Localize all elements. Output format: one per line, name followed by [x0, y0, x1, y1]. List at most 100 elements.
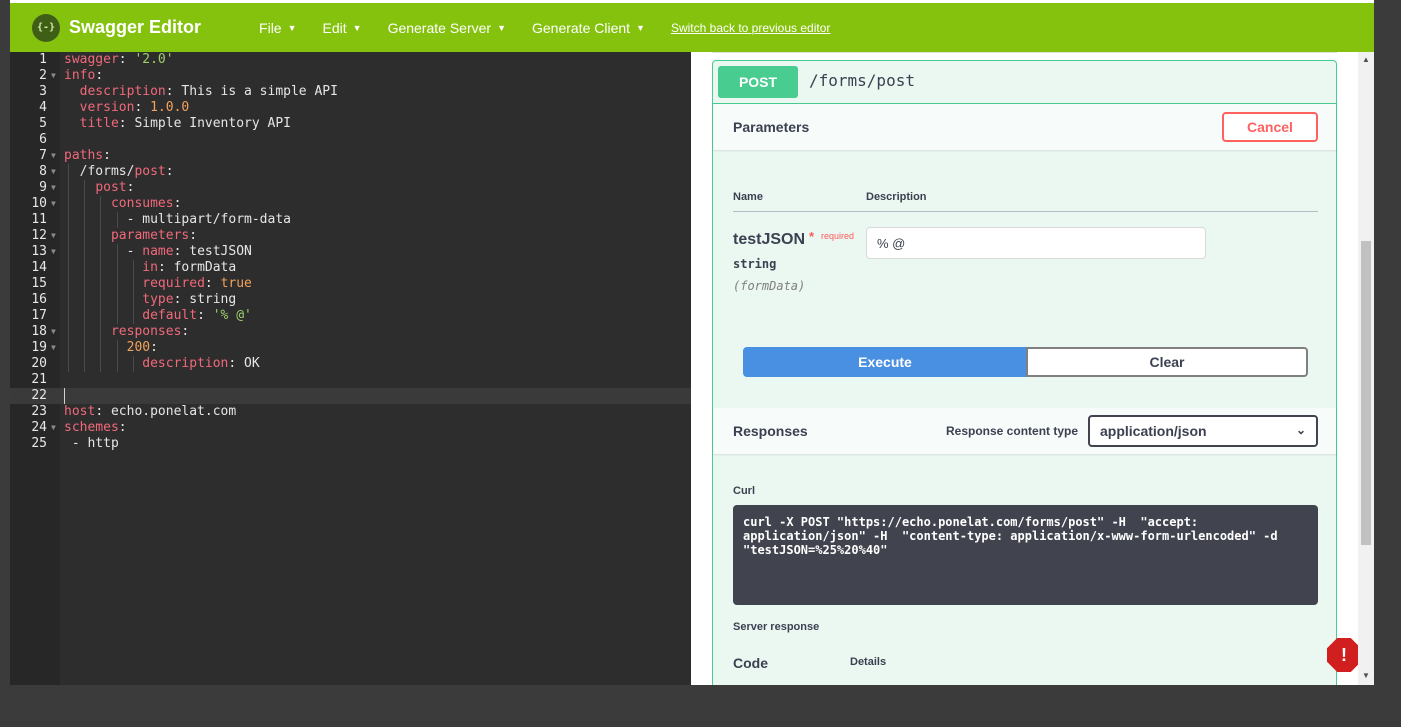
yaml-colon: : — [197, 308, 205, 323]
yaml-key: description — [142, 356, 229, 371]
code-text: parameters: — [64, 228, 197, 244]
code-text: /forms/post: — [64, 164, 174, 180]
curl-command[interactable]: curl -X POST "https://echo.ponelat.com/f… — [733, 505, 1318, 605]
parameters-title: Parameters — [733, 119, 810, 135]
curl-label: Curl — [733, 485, 755, 497]
code-line-active: 22 — [10, 388, 691, 404]
cancel-button[interactable]: Cancel — [1222, 112, 1318, 142]
fold-arrow-icon[interactable]: ▼ — [51, 340, 56, 356]
fold-arrow-icon[interactable]: ▼ — [51, 324, 56, 340]
caret-down-icon: ▼ — [287, 22, 297, 33]
yaml-colon: : — [228, 356, 237, 371]
yaml-colon: : — [118, 116, 127, 131]
code-line: 16 type: string — [10, 292, 691, 308]
code-line: 2 ▼ info: — [10, 68, 691, 84]
code-line: 9 ▼ post: — [10, 180, 691, 196]
yaml-colon: : — [95, 404, 104, 419]
line-number: 24 — [31, 420, 47, 435]
select-value: application/json — [1100, 423, 1207, 439]
line-number: 25 — [31, 436, 47, 451]
code-text: required: true — [64, 276, 252, 292]
code-text: type: string — [64, 292, 236, 308]
code-text: in: formData — [64, 260, 236, 276]
line-number: 1 — [39, 52, 47, 67]
code-text: description: OK — [64, 356, 259, 372]
code-text: - multipart/form-data — [64, 212, 291, 228]
logo[interactable]: {-} Swagger Editor — [32, 13, 201, 42]
code-text: 200: — [64, 340, 158, 356]
line-number: 3 — [39, 84, 47, 99]
code-line: 14 in: formData — [10, 260, 691, 276]
line-number: 21 — [31, 372, 47, 387]
menu-bar: File ▼ Edit ▼ Generate Server ▼ Generate… — [259, 20, 830, 36]
line-number: 22 — [31, 388, 47, 403]
line-number: 8 — [39, 164, 47, 179]
line-number: 18 — [31, 324, 47, 339]
yaml-number: 200 — [126, 340, 151, 355]
yaml-number: 1.0.0 — [150, 100, 190, 115]
column-header-description: Description — [866, 191, 927, 203]
operation-block: POST /forms/post Parameters Cancel Name … — [712, 60, 1337, 685]
code-line: 10 ▼ consumes: — [10, 196, 691, 212]
yaml-string: '% @' — [212, 308, 252, 323]
top-bar: {-} Swagger Editor File ▼ Edit ▼ Generat… — [10, 0, 1374, 52]
yaml-colon: : — [165, 164, 174, 179]
yaml-value: - http — [71, 436, 119, 451]
line-number: 20 — [31, 356, 47, 371]
line-number: 5 — [39, 116, 47, 131]
execute-button[interactable]: Execute — [743, 347, 1027, 377]
yaml-value: This is a simple API — [181, 84, 338, 99]
yaml-colon: : — [173, 244, 182, 259]
code-line: 3 description: This is a simple API — [10, 84, 691, 100]
line-number: 12 — [31, 228, 47, 243]
code-line: 19 ▼ 200: — [10, 340, 691, 356]
caret-down-icon: ▼ — [352, 22, 362, 33]
yaml-colon: : — [118, 52, 127, 67]
fold-arrow-icon[interactable]: ▼ — [51, 148, 56, 164]
menu-generate-server[interactable]: Generate Server ▼ — [388, 20, 506, 36]
menu-file[interactable]: File ▼ — [259, 20, 296, 36]
fold-arrow-icon[interactable]: ▼ — [51, 68, 56, 84]
scroll-down-arrow-icon[interactable]: ▼ — [1362, 671, 1370, 680]
method-badge: POST — [718, 66, 798, 98]
clear-button[interactable]: Clear — [1026, 347, 1308, 377]
fold-arrow-icon[interactable]: ▼ — [51, 420, 56, 436]
param-type: string — [733, 257, 777, 271]
code-text: - http — [64, 436, 119, 452]
yaml-colon: : — [126, 180, 135, 195]
fold-arrow-icon[interactable]: ▼ — [51, 164, 56, 180]
yaml-key: in — [142, 260, 158, 275]
yaml-key: responses — [110, 324, 182, 339]
param-value-input[interactable]: % @ — [866, 227, 1206, 259]
yaml-value: formData — [173, 260, 237, 275]
fold-arrow-icon[interactable]: ▼ — [51, 180, 56, 196]
menu-generate-client[interactable]: Generate Client ▼ — [532, 20, 645, 36]
column-header-name: Name — [733, 191, 763, 203]
divider — [733, 211, 1318, 212]
code-line: 1 swagger: '2.0' — [10, 52, 691, 68]
code-text: info: — [64, 68, 103, 84]
yaml-key: post — [95, 180, 127, 195]
menu-edit[interactable]: Edit ▼ — [323, 20, 362, 36]
required-label: required — [821, 231, 855, 241]
fold-arrow-icon[interactable]: ▼ — [51, 244, 56, 260]
fold-arrow-icon[interactable]: ▼ — [51, 228, 56, 244]
code-line: 6 — [10, 132, 691, 148]
parameters-header: Parameters Cancel — [713, 104, 1336, 150]
scrollbar-thumb[interactable] — [1361, 241, 1371, 545]
menu-generate-server-label: Generate Server — [387, 19, 492, 36]
scroll-up-arrow-icon[interactable]: ▲ — [1362, 55, 1370, 64]
operation-summary[interactable]: POST /forms/post — [713, 61, 1336, 104]
code-editor[interactable]: 1 swagger: '2.0' 2 ▼ info: 3 description… — [10, 52, 691, 685]
yaml-value: echo.ponelat.com — [110, 404, 237, 419]
code-line: 18 ▼ responses: — [10, 324, 691, 340]
code-text: default: '% @' — [64, 308, 252, 324]
code-text: responses: — [64, 324, 189, 340]
code-text: post: — [64, 180, 134, 196]
yaml-key: parameters — [110, 228, 190, 243]
fold-arrow-icon[interactable]: ▼ — [51, 196, 56, 212]
caret-down-icon: ▼ — [636, 22, 645, 33]
yaml-key: type — [142, 292, 174, 307]
switch-editor-link[interactable]: Switch back to previous editor — [671, 21, 830, 35]
response-content-type-select[interactable]: application/json ⌄ — [1088, 415, 1318, 447]
